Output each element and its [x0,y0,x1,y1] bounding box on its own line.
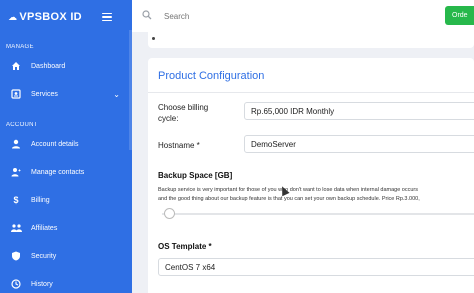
services-icon [10,88,22,100]
sidebar-item-label: Affiliates [31,224,58,232]
brand-name: VPSBOX ID [19,11,82,23]
brand-bar: ☁ VPSBOX ID [0,0,132,34]
home-icon [10,60,22,72]
billing-cycle-label: Choose billing cycle: [158,103,209,123]
backup-description-line-1: Backup service is very important for tho… [158,187,418,193]
sidebar-item-label: Dashboard [31,62,66,70]
logo[interactable]: ☁ VPSBOX ID [8,11,82,23]
sidebar: ☁ VPSBOX ID MANAGE Dashboard Services ⌄ … [0,0,132,293]
sidebar-item-label: Services [31,90,58,98]
divider [148,92,474,93]
card-title: Product Configuration [158,70,265,82]
hostname-input[interactable]: DemoServer [244,135,474,153]
history-icon [10,278,22,290]
search-input[interactable] [164,11,364,21]
chevron-down-icon: ⌄ [113,89,120,99]
sidebar-item-affiliates[interactable]: Affiliates [0,214,132,242]
sidebar-item-security[interactable]: Security [0,242,132,270]
backup-slider-handle[interactable] [164,208,175,219]
sidebar-item-dashboard[interactable]: Dashboard [0,52,132,80]
sidebar-scrollbar[interactable] [129,30,132,150]
sidebar-item-history[interactable]: History [0,270,132,293]
sidebar-item-services[interactable]: Services ⌄ [0,80,132,108]
top-bar: Orde [132,0,474,32]
product-configuration-card: Product Configuration Choose billing cyc… [148,58,474,293]
billing-cycle-select[interactable]: Rp.65,000 IDR Monthly [244,102,474,120]
os-template-title: OS Template * [158,242,212,251]
sidebar-item-label: Billing [31,196,50,204]
sidebar-item-manage-contacts[interactable]: Manage contacts [0,158,132,186]
user-icon [10,138,22,150]
bullet-dot [152,37,155,40]
affiliates-icon [10,222,22,234]
shield-icon [10,250,22,262]
previous-card [148,32,474,48]
section-label-account: ACCOUNT [6,122,38,128]
dollar-icon: $ [13,195,19,205]
sidebar-item-label: History [31,280,53,288]
sidebar-item-label: Security [31,252,57,260]
section-label-manage: MANAGE [6,44,34,50]
sidebar-item-label: Manage contacts [31,168,85,176]
sidebar-item-account-details[interactable]: Account details [0,130,132,158]
backup-description-line-2: and the good thing about our backup feat… [158,196,420,202]
menu-toggle-icon[interactable] [102,12,112,22]
backup-space-title: Backup Space [GB] [158,171,233,180]
hostname-label: Hostname * [158,141,200,150]
os-template-select[interactable]: CentOS 7 x64 [158,258,474,276]
cloud-icon: ☁ [8,11,18,22]
backup-slider-track[interactable] [162,213,474,215]
contacts-icon [10,166,22,178]
sidebar-item-label: Account details [31,140,79,148]
sidebar-item-billing[interactable]: $ Billing [0,186,132,214]
search-icon [142,9,152,23]
order-button[interactable]: Orde [445,6,474,25]
